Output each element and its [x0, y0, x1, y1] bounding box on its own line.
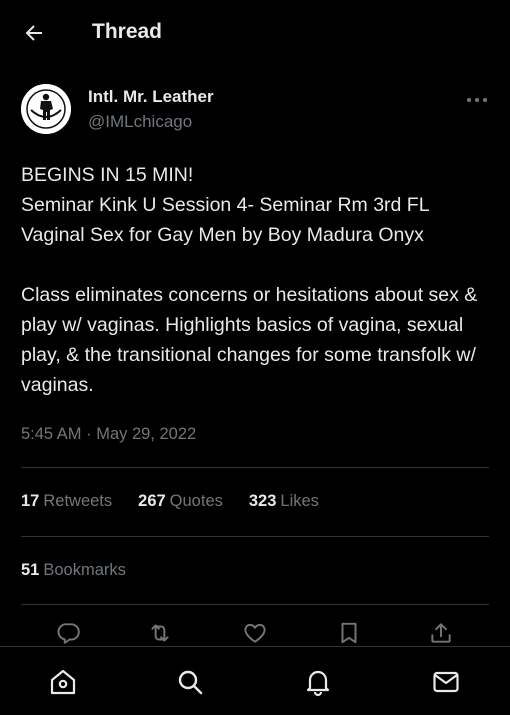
retweets-label: Retweets: [43, 492, 113, 510]
divider: [21, 467, 489, 468]
author-handle[interactable]: @IMLchicago: [88, 112, 192, 132]
mail-icon[interactable]: [431, 667, 461, 697]
quotes-label: Quotes: [169, 492, 223, 510]
arrow-left-icon[interactable]: [22, 21, 46, 45]
bookmarks-count: 51: [21, 561, 40, 579]
heart-icon[interactable]: [242, 620, 268, 646]
retweet-icon[interactable]: [147, 620, 173, 646]
quotes-count: 267: [138, 492, 166, 510]
likes-count: 323: [248, 492, 277, 510]
avatar[interactable]: [21, 84, 71, 134]
more-horizontal-icon[interactable]: [466, 92, 488, 102]
bell-icon[interactable]: [303, 667, 333, 697]
search-icon[interactable]: [175, 667, 205, 697]
home-icon[interactable]: [48, 667, 78, 697]
tweet-paragraph-1: BEGINS IN 15 MIN! Seminar Kink U Session…: [21, 164, 430, 246]
engagement-stats: 17 Retweets 267 Quotes 323 Likes: [21, 492, 319, 511]
retweets-count: 17: [21, 492, 40, 510]
tweet-timestamp[interactable]: 5:45 AM · May 29, 2022: [21, 425, 196, 444]
divider: [21, 536, 489, 537]
top-bar: Thread: [0, 0, 510, 66]
bookmark-icon[interactable]: [336, 620, 362, 646]
quotes-stat[interactable]: 267 Quotes: [138, 492, 223, 511]
divider: [21, 604, 489, 605]
likes-stat[interactable]: 323 Likes: [249, 492, 319, 511]
share-icon[interactable]: [428, 620, 454, 646]
tweet-paragraph-2: Class eliminates concerns or hesitations…: [21, 284, 478, 396]
tweet-body: BEGINS IN 15 MIN! Seminar Kink U Session…: [21, 160, 491, 400]
bookmarks-stat[interactable]: 51 Bookmarks: [21, 561, 126, 580]
reply-icon[interactable]: [55, 620, 81, 646]
bookmarks-label: Bookmarks: [43, 561, 126, 579]
retweets-stat[interactable]: 17 Retweets: [21, 492, 112, 511]
bottom-navigation: [0, 646, 510, 715]
page-title: Thread: [92, 20, 163, 43]
likes-label: Likes: [280, 492, 319, 510]
author-name[interactable]: Intl. Mr. Leather: [88, 87, 214, 107]
